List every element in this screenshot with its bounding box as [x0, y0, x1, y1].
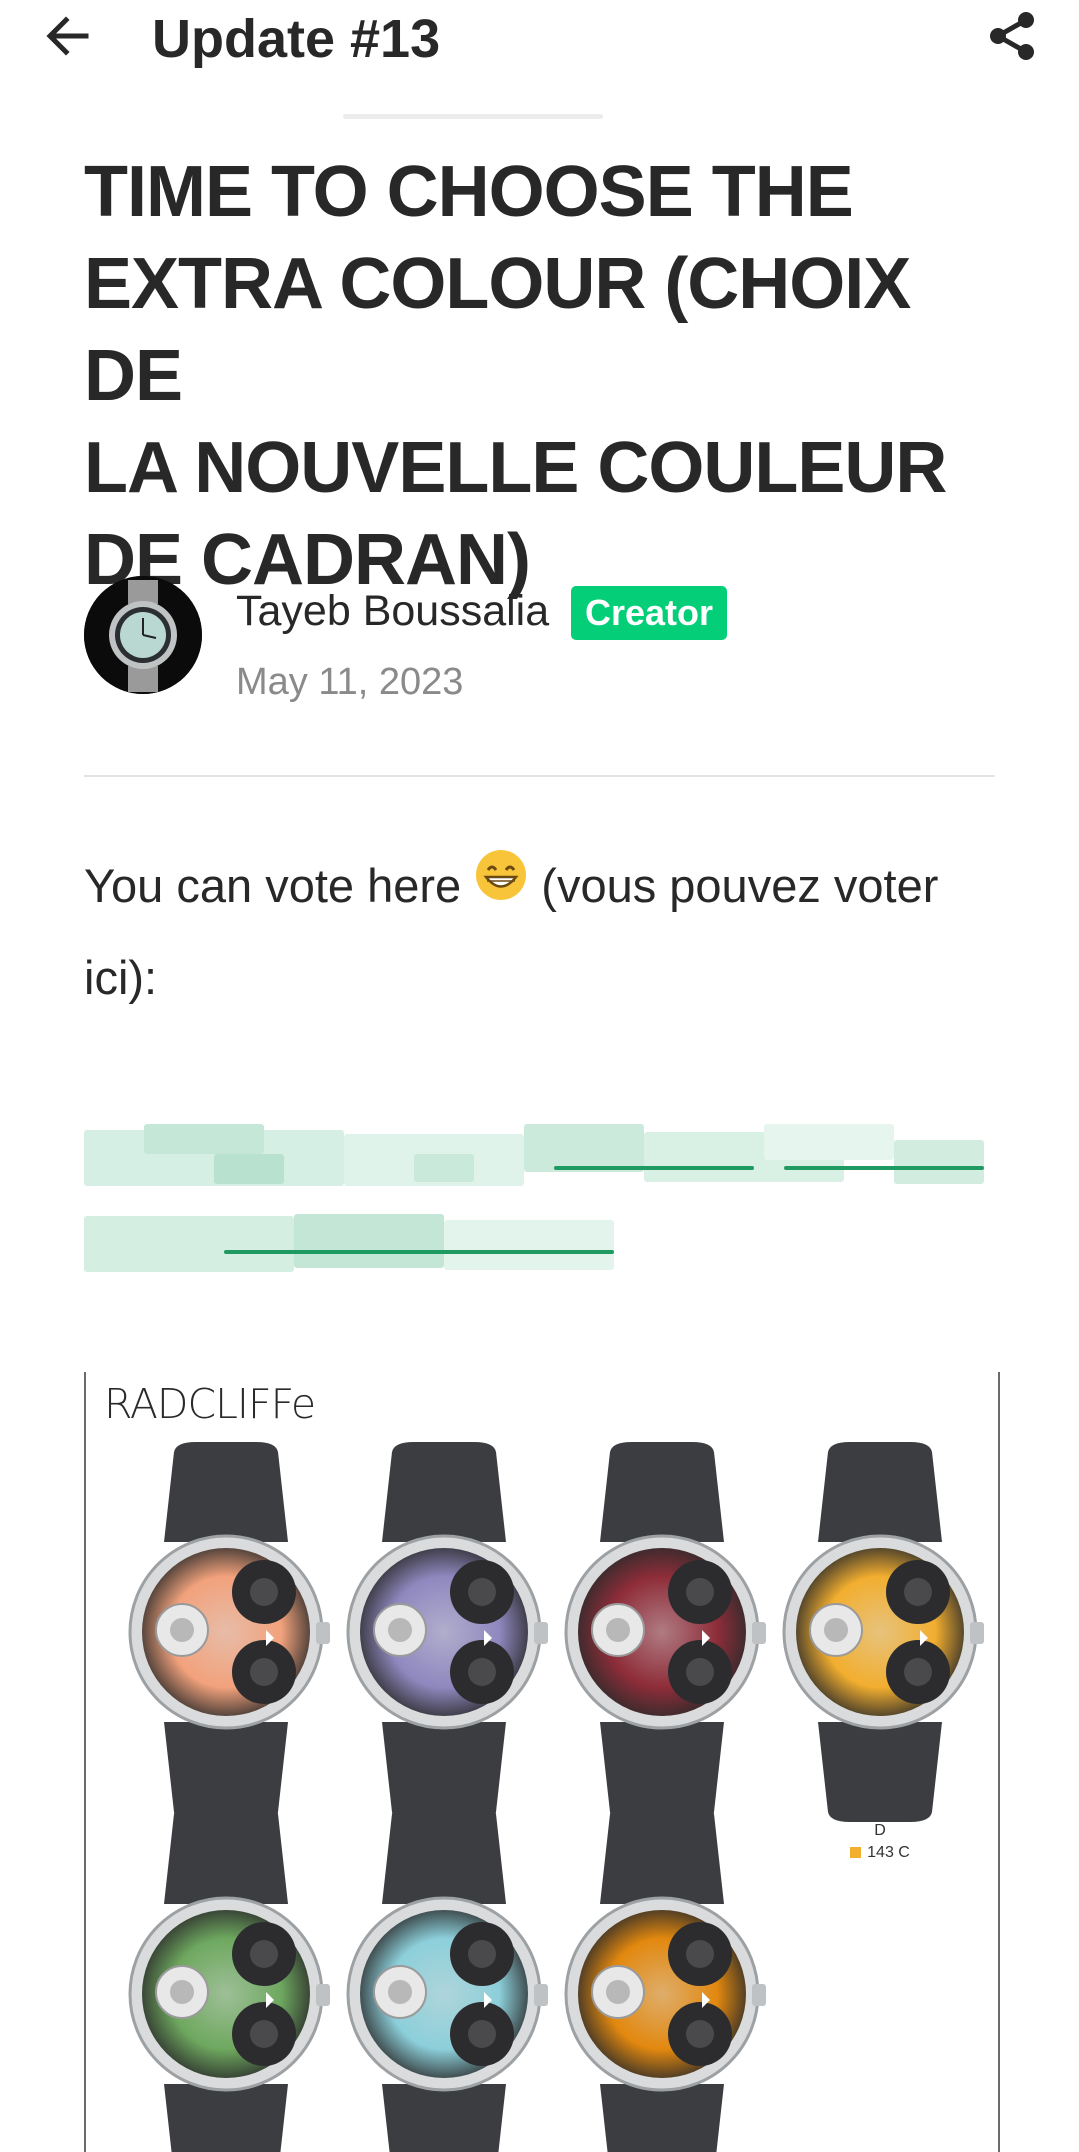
- author-name[interactable]: Tayeb Boussalia: [236, 583, 549, 639]
- watch-illustration: [782, 1442, 984, 1822]
- body-text-prefix: You can vote here: [84, 859, 462, 912]
- watch-pantone-code: 143 C: [770, 1844, 990, 1862]
- dial-colour-options-image: RADCLIFFe A7410 C B2092 C: [84, 1372, 1000, 2152]
- watch-avatar-image: [84, 576, 202, 694]
- back-button[interactable]: [38, 6, 98, 66]
- watch-option-a: A7410 C: [116, 1442, 336, 1861]
- watch-illustration: [564, 1442, 766, 1822]
- brand-logo: RADCLIFFe: [104, 1380, 316, 1428]
- grinning-face-emoji-icon: [474, 840, 528, 932]
- watch-option-g: G: [552, 1804, 772, 2152]
- sheet-handle: [343, 114, 603, 119]
- watch-illustration: [128, 1442, 330, 1822]
- post-body: You can vote here (vous pouvez voter ici…: [84, 840, 995, 1024]
- watch-illustration: [346, 1442, 548, 1822]
- watch-option-c: C18-1438TCX: [552, 1442, 772, 1861]
- redacted-vote-link[interactable]: [84, 1124, 984, 1284]
- share-button[interactable]: [982, 6, 1042, 66]
- arrow-left-icon: [46, 16, 89, 56]
- watch-option-f: F: [334, 1804, 554, 2152]
- watch-illustration: [564, 1804, 766, 2152]
- creator-badge: Creator: [571, 586, 728, 640]
- watch-option-letter: D: [874, 1822, 886, 1839]
- watch-option-b: B2092 C: [334, 1442, 554, 1861]
- colour-swatch: [850, 1847, 862, 1858]
- watch-option-e: E: [116, 1804, 336, 2152]
- top-app-bar: Update #13: [0, 0, 1079, 82]
- page-title: Update #13: [152, 9, 441, 69]
- post-date: May 11, 2023: [236, 661, 464, 703]
- share-icon: [990, 12, 1034, 60]
- divider: [84, 775, 995, 777]
- post-title: TIME TO CHOOSE THE EXTRA COLOUR (CHOIX D…: [84, 152, 947, 600]
- watch-option-d: D 143 C: [770, 1442, 990, 1861]
- author-avatar[interactable]: [84, 576, 202, 694]
- watch-illustration: [128, 1804, 330, 2152]
- watch-illustration: [346, 1804, 548, 2152]
